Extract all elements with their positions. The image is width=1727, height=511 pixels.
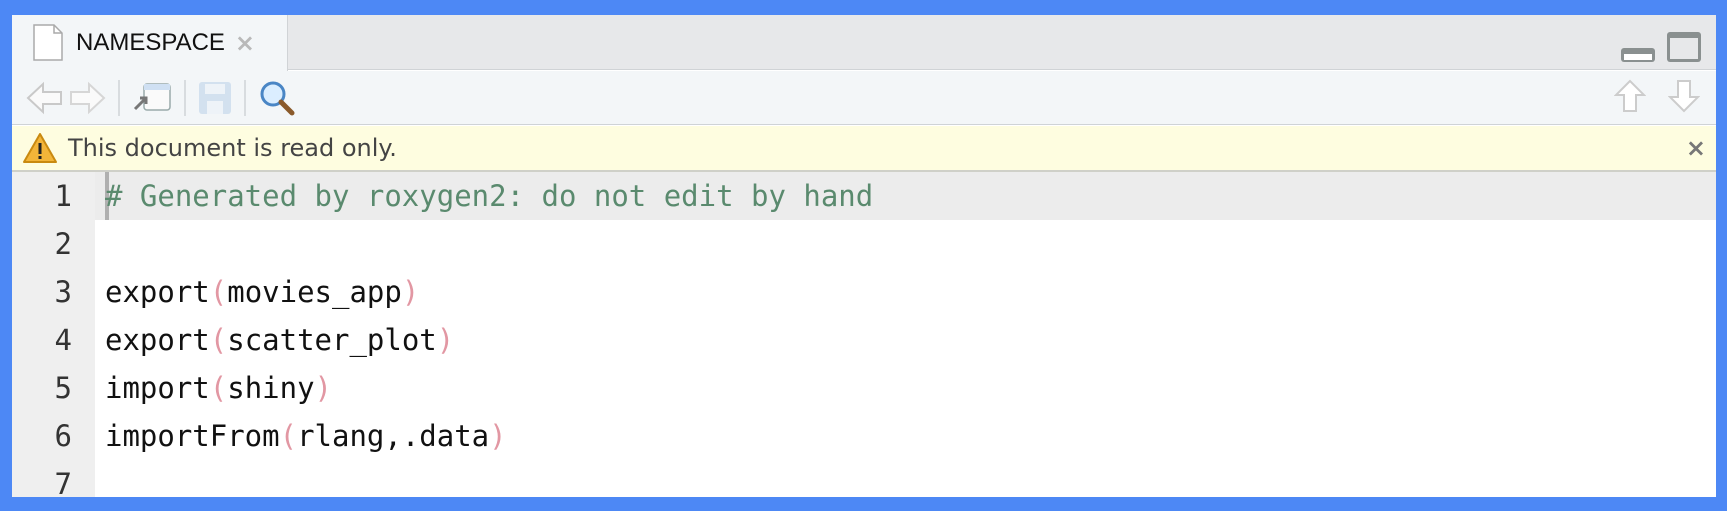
forward-button[interactable] xyxy=(68,81,106,115)
back-button[interactable] xyxy=(26,81,64,115)
code-token: export xyxy=(105,323,210,357)
paren-token: ) xyxy=(436,323,455,357)
code-token: shiny xyxy=(227,371,315,405)
toolbar-divider xyxy=(184,79,186,116)
read-only-infobar: This document is read only. × xyxy=(12,126,1716,172)
arrow-left-icon xyxy=(26,81,62,114)
paren-token: ( xyxy=(209,323,228,357)
line-code: importFrom(rlang,.data) xyxy=(105,412,507,460)
line-code: export(movies_app) xyxy=(105,268,419,316)
code-token: import xyxy=(105,371,210,405)
go-to-next-button[interactable] xyxy=(1668,79,1700,113)
line-number: 2 xyxy=(54,227,72,261)
comment-token: # Generated by roxygen2: do not edit by … xyxy=(105,179,874,213)
popout-icon xyxy=(133,82,171,111)
paren-token: ) xyxy=(401,275,420,309)
document-icon xyxy=(33,24,63,61)
arrow-up-icon xyxy=(1614,79,1646,112)
code-token: export xyxy=(105,275,210,309)
show-in-new-window-button[interactable] xyxy=(132,81,172,115)
code-line[interactable]: 2 xyxy=(12,220,1716,268)
line-number: 7 xyxy=(54,467,72,497)
infobar-message: This document is read only. xyxy=(68,134,397,162)
tab-title: NAMESPACE xyxy=(76,29,225,56)
code-line[interactable]: 4 export(scatter_plot) xyxy=(12,316,1716,364)
paren-token: ( xyxy=(279,419,298,453)
paren-token: ) xyxy=(314,371,333,405)
line-number: 4 xyxy=(54,323,72,357)
code-token: movies_app xyxy=(227,275,402,309)
line-number: 3 xyxy=(54,275,72,309)
line-code: # Generated by roxygen2: do not edit by … xyxy=(105,172,873,220)
paren-token: ( xyxy=(209,371,228,405)
code-editor[interactable]: 1 # Generated by roxygen2: do not edit by… xyxy=(12,172,1716,497)
go-to-previous-button[interactable] xyxy=(1614,79,1646,113)
tab-namespace[interactable]: NAMESPACE × xyxy=(12,15,288,71)
code-token: rlang,.data xyxy=(297,419,490,453)
paren-token: ) xyxy=(489,419,507,453)
code-line[interactable]: 5 import(shiny) xyxy=(12,364,1716,412)
toolbar-divider xyxy=(118,79,120,116)
line-code: export(scatter_plot) xyxy=(105,316,454,364)
infobar-close-icon[interactable]: × xyxy=(1686,134,1706,162)
code-token: scatter_plot xyxy=(227,323,437,357)
save-icon xyxy=(199,81,231,114)
paren-token: ( xyxy=(209,275,228,309)
search-icon xyxy=(260,81,295,115)
line-number: 5 xyxy=(54,371,72,405)
save-button[interactable] xyxy=(198,81,232,115)
code-line[interactable]: 3 export(movies_app) xyxy=(12,268,1716,316)
line-code: import(shiny) xyxy=(105,364,332,412)
line-number: 1 xyxy=(54,179,72,213)
code-line[interactable]: 7 xyxy=(12,460,1716,497)
tab-bar: NAMESPACE × xyxy=(12,15,1716,71)
tab-close-icon[interactable]: × xyxy=(235,29,255,57)
editor-window: NAMESPACE × This document is read only. … xyxy=(12,15,1716,497)
arrow-down-icon xyxy=(1668,80,1700,113)
code-line[interactable]: 1 # Generated by roxygen2: do not edit by… xyxy=(12,172,1716,220)
toolbar xyxy=(12,71,1716,125)
find-replace-button[interactable] xyxy=(258,79,296,117)
toolbar-divider xyxy=(244,79,246,116)
warning-icon xyxy=(23,133,57,163)
arrow-right-icon xyxy=(70,81,106,114)
minimize-pane-icon[interactable] xyxy=(1620,47,1656,63)
maximize-pane-icon[interactable] xyxy=(1666,31,1702,63)
code-line[interactable]: 6 importFrom(rlang,.data) xyxy=(12,412,1716,460)
line-number: 6 xyxy=(54,419,72,453)
code-token: importFrom xyxy=(105,419,280,453)
